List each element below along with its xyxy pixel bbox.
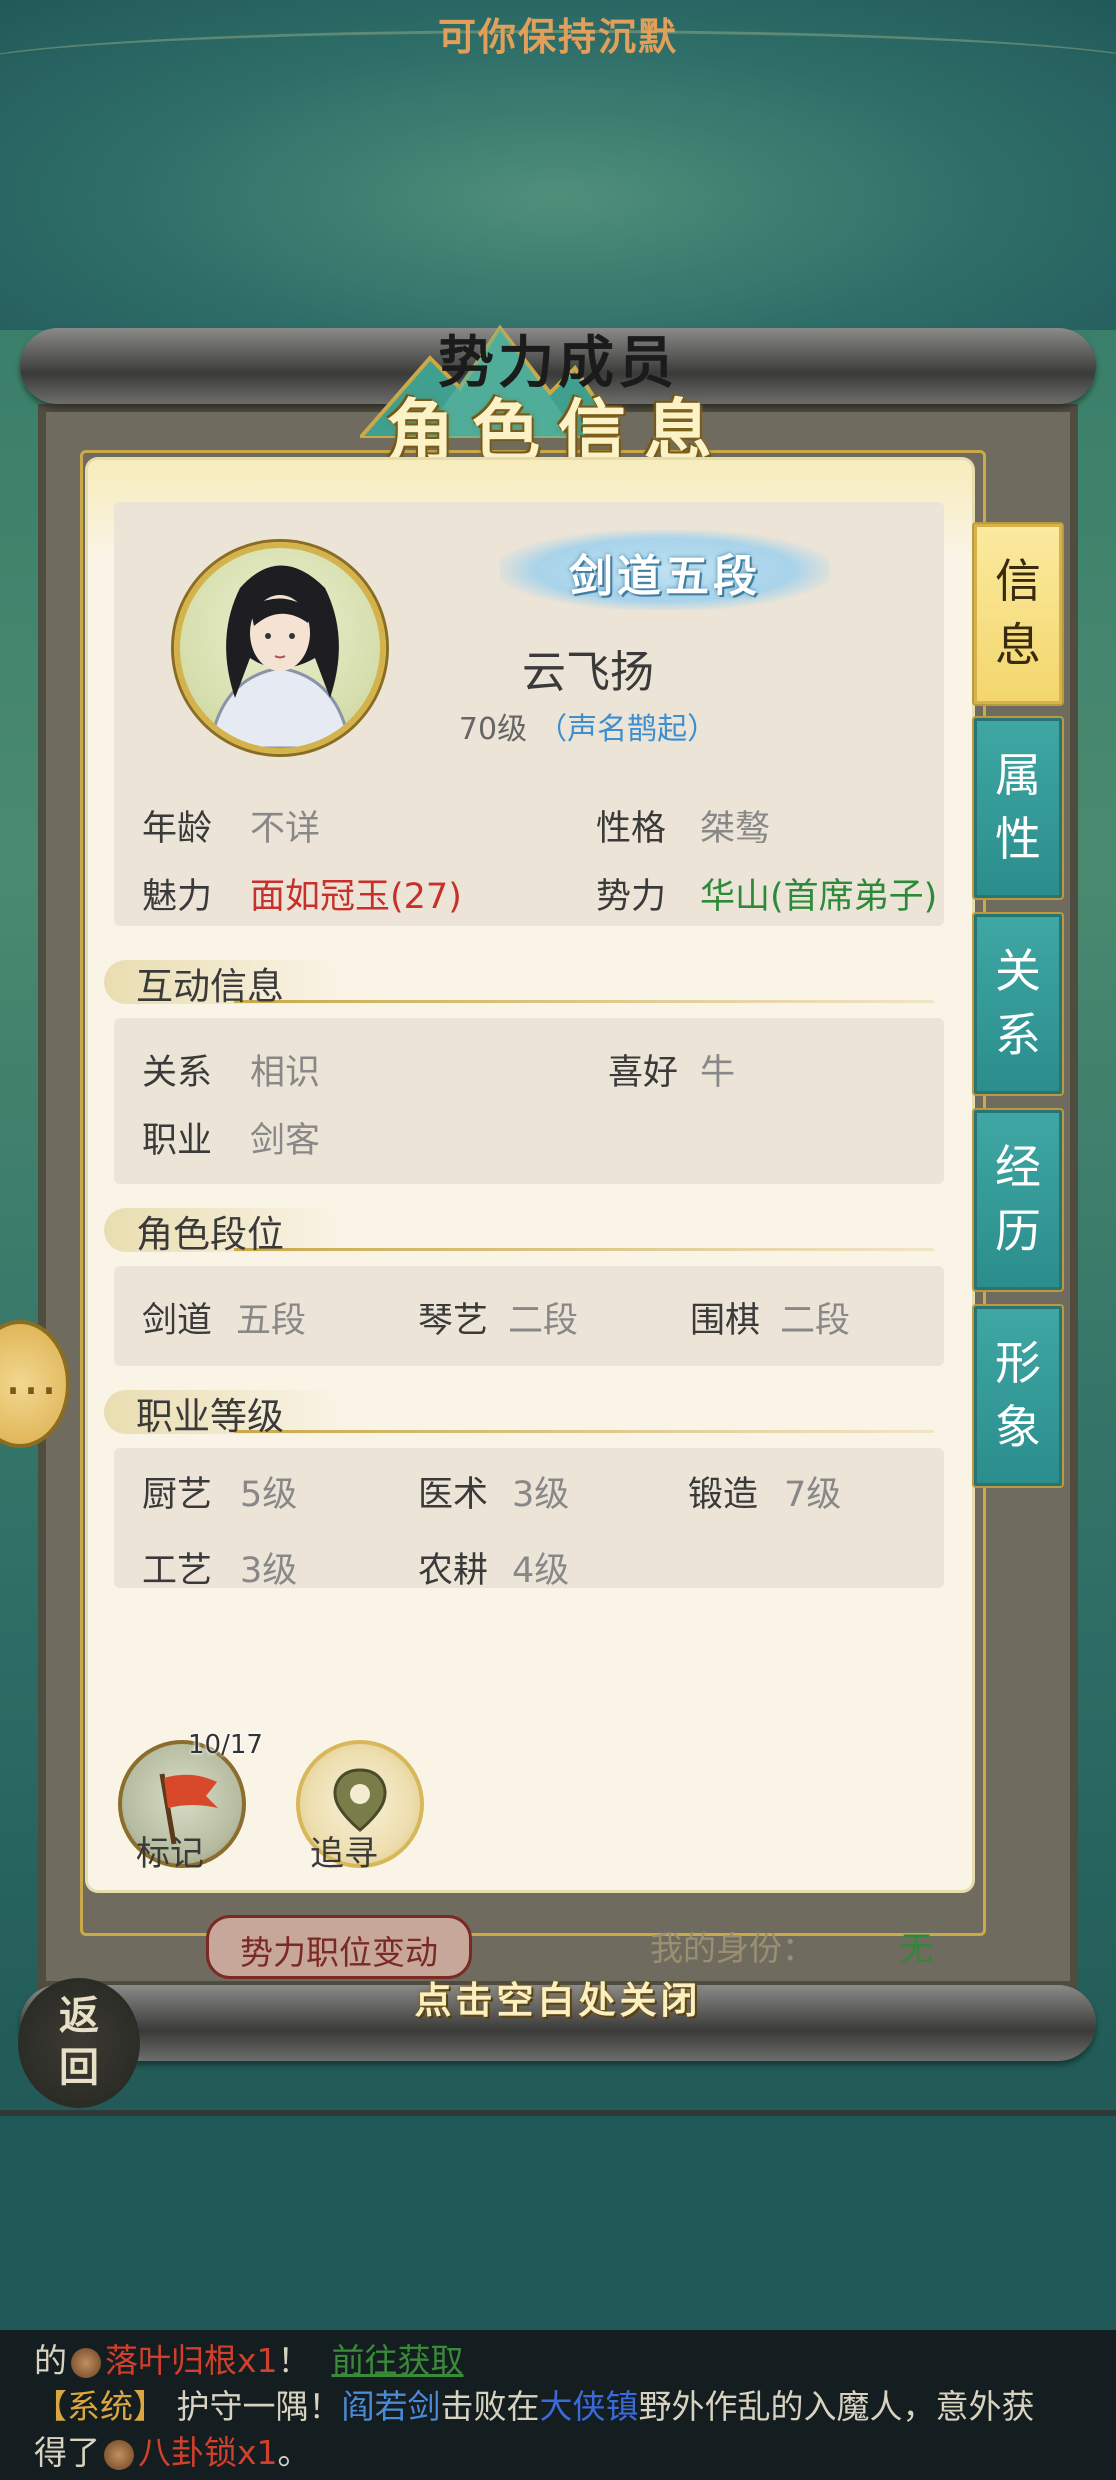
tab-attributes[interactable]: 属 性 — [972, 716, 1064, 900]
faction-value: 华山(首席弟子) — [700, 877, 938, 917]
job-levels-section-header: 职业等级 — [104, 1384, 964, 1440]
job-level-value: 3级 — [512, 1475, 570, 1515]
personality-value: 桀骜 — [700, 809, 771, 849]
my-identity-value: 无 — [900, 1929, 933, 1968]
chat-line: 得了 八卦锁x1。 — [34, 2426, 311, 2474]
goto-obtain-link[interactable]: 前往获取 — [332, 2341, 464, 2380]
hobby-value: 牛 — [700, 1053, 736, 1093]
tab-relations-label-1: 关 — [995, 944, 1041, 998]
section-line — [234, 1430, 934, 1433]
personality-label: 性格 — [596, 809, 667, 849]
chat-text: 护守一隅！ — [176, 2387, 342, 2426]
relation-value: 相识 — [250, 1053, 321, 1093]
chat-text: 。 — [277, 2433, 311, 2472]
charm-label: 魅力 — [142, 877, 213, 917]
job-level-value: 7级 — [784, 1475, 842, 1515]
interaction-section-header: 互动信息 — [104, 954, 964, 1010]
rank-value: 二段 — [508, 1301, 579, 1341]
character-name: 云飞扬 — [522, 647, 654, 698]
tab-info-label-2: 息 — [995, 618, 1041, 672]
chat-text: 的 — [34, 2341, 67, 2380]
chat-bubble-icon: … — [4, 1344, 58, 1407]
tab-attributes-label-2: 性 — [995, 812, 1041, 866]
relation-label: 关系 — [142, 1053, 213, 1093]
section-line — [234, 1000, 934, 1003]
mark-label: 标记 — [136, 1834, 204, 1874]
my-identity-label: 我的身份： — [650, 1929, 815, 1968]
ranks-title: 角色段位 — [136, 1213, 284, 1256]
rank-label: 围棋 — [690, 1301, 761, 1341]
mark-count: 10/17 — [188, 1730, 263, 1760]
tab-attributes-label-1: 属 — [995, 748, 1041, 802]
chat-place-name[interactable]: 大侠镇 — [540, 2387, 639, 2426]
job-level-value: 3级 — [240, 1551, 298, 1591]
tab-history-label-2: 历 — [995, 1204, 1041, 1258]
item-icon — [104, 2439, 134, 2470]
job-value: 剑客 — [250, 1121, 321, 1161]
back-label-2: 回 — [59, 2045, 99, 2091]
chat-line: 【系统】 护守一隅！阎若剑击败在大侠镇野外作乱的入魔人，意外获 — [34, 2380, 1035, 2428]
job-level-value: 5级 — [240, 1475, 298, 1515]
job-label: 职业 — [142, 1121, 213, 1161]
character-level: 70级 — [458, 712, 528, 747]
chat-text: 击败在 — [440, 2387, 540, 2426]
tab-appearance[interactable]: 形 象 — [972, 1304, 1064, 1488]
interaction-panel — [114, 1018, 944, 1184]
chat-text: 野外作乱的入魔人，意外获 — [638, 2387, 1035, 2426]
job-levels-title: 职业等级 — [136, 1395, 284, 1438]
tab-relations-label-2: 系 — [995, 1008, 1041, 1062]
tab-history[interactable]: 经 历 — [972, 1108, 1064, 1292]
tab-info-label-1: 信 — [995, 554, 1041, 608]
section-line — [234, 1248, 934, 1251]
tab-info[interactable]: 信 息 — [972, 522, 1064, 706]
close-tip: 点击空白处关闭 — [414, 1979, 702, 2022]
rank-label: 琴艺 — [418, 1301, 489, 1341]
rank-value: 二段 — [780, 1301, 851, 1341]
age-value: 不详 — [250, 809, 321, 849]
character-info-card: 剑道五段 云飞扬 70级 （声名鹊起） 年龄 不详 性格 桀骜 魅力 面如冠玉(2… — [88, 460, 972, 1890]
lower-background[interactable] — [0, 2110, 1116, 2330]
age-label: 年龄 — [142, 809, 213, 849]
faction-label: 势力 — [596, 877, 667, 917]
map-title: 可你保持沉默 — [437, 15, 678, 59]
chat-text: ！ — [277, 2341, 311, 2380]
rank-value: 五段 — [236, 1301, 307, 1341]
charm-value: 面如冠玉(27) — [250, 877, 462, 917]
chat-player-name[interactable]: 阎若剑 — [342, 2387, 441, 2426]
ranks-section-header: 角色段位 — [104, 1202, 964, 1258]
job-level-label: 厨艺 — [142, 1475, 213, 1515]
rank-badge-text: 剑道五段 — [569, 551, 761, 602]
chat-text: 得了 — [34, 2433, 100, 2472]
back-label-1: 返 — [59, 1993, 99, 2039]
hobby-label: 喜好 — [608, 1053, 679, 1093]
chat-item: 八卦锁x1 — [138, 2433, 278, 2472]
tab-appearance-label-2: 象 — [995, 1400, 1041, 1454]
rank-badge: 剑道五段 — [500, 530, 830, 610]
back-label: 返回 — [44, 1990, 114, 2094]
tab-appearance-label-1: 形 — [995, 1336, 1041, 1390]
back-button[interactable]: 返回 — [18, 1978, 140, 2108]
character-fame: （声名鹊起） — [537, 712, 718, 747]
system-tag: 【系统】 — [34, 2387, 166, 2426]
chase-label: 追寻 — [310, 1834, 378, 1874]
item-icon — [71, 2347, 101, 2378]
job-level-label: 锻造 — [688, 1475, 759, 1515]
job-level-label: 农耕 — [418, 1551, 489, 1591]
tab-history-label-1: 经 — [995, 1140, 1041, 1194]
rank-label: 剑道 — [142, 1301, 213, 1341]
job-level-label: 工艺 — [142, 1551, 213, 1591]
faction-position-change-label: 势力职位变动 — [240, 1933, 438, 1972]
tab-relations[interactable]: 关 系 — [972, 912, 1064, 1096]
character-level-line: 70级 （声名鹊起） — [338, 704, 838, 748]
interaction-title: 互动信息 — [136, 965, 284, 1008]
chat-line: 的落叶归根x1！ 前往获取 — [34, 2334, 464, 2382]
job-level-value: 4级 — [512, 1551, 570, 1591]
chat-item: 落叶归根x1 — [105, 2341, 278, 2380]
job-level-label: 医术 — [418, 1475, 489, 1515]
